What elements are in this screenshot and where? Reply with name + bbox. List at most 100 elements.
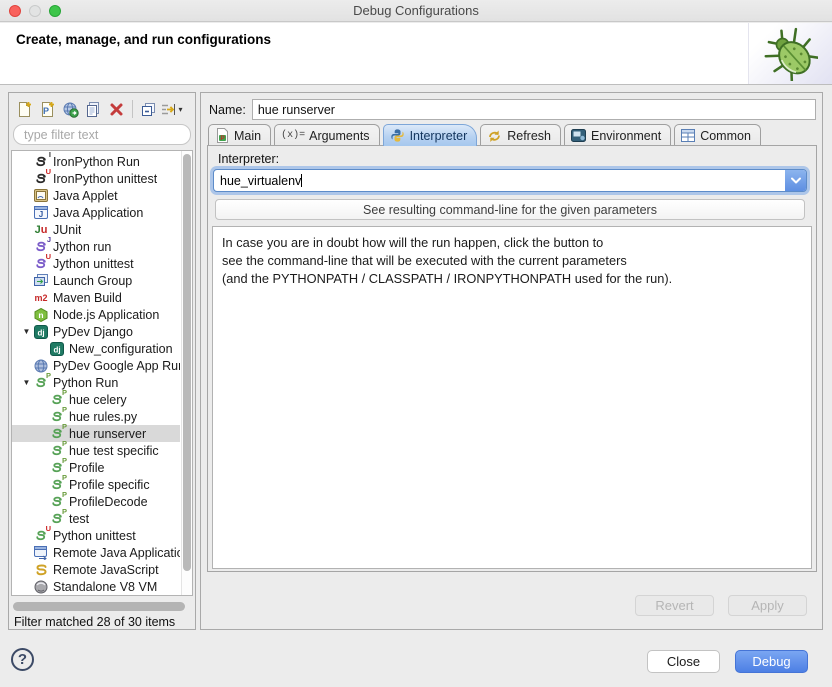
- tree-item[interactable]: PProfile: [12, 459, 180, 476]
- tree-item[interactable]: Ptest: [12, 510, 180, 527]
- tree-item[interactable]: Phue rules.py: [12, 408, 180, 425]
- duplicate-configuration-button[interactable]: [82, 98, 105, 120]
- debug-bug-icon: [748, 23, 832, 84]
- configurations-sidebar: P▾ IIronPython Run UIronPython unittestJ…: [8, 92, 196, 630]
- filter-configurations-button[interactable]: ▾: [160, 98, 183, 120]
- configuration-detail-panel: Name: PMain (x)= Arguments Interpreter Refre…: [200, 92, 823, 630]
- dropdown-arrow-icon: ▾: [178, 105, 182, 114]
- django-icon: dj: [49, 341, 65, 356]
- maven-icon: m2: [33, 290, 49, 305]
- help-button[interactable]: ?: [11, 648, 34, 671]
- name-input[interactable]: [252, 99, 816, 120]
- tab-label: Refresh: [507, 129, 551, 143]
- tree-item[interactable]: Phue test specific: [12, 442, 180, 459]
- tree-item[interactable]: PProfile specific: [12, 476, 180, 493]
- tree-item[interactable]: Remote JavaScript: [12, 561, 180, 578]
- info-text: In case you are in doubt how will the ru…: [212, 226, 812, 569]
- django-icon: dj: [33, 324, 49, 339]
- tree-item-label: Profile specific: [69, 478, 150, 492]
- snake-icon: U: [33, 528, 49, 543]
- tree-vertical-scrollbar[interactable]: [181, 151, 192, 595]
- snake-icon: P: [33, 375, 49, 390]
- tree-item[interactable]: m2Maven Build: [12, 289, 180, 306]
- delete-configuration-button[interactable]: [105, 98, 128, 120]
- apply-button[interactable]: Apply: [728, 595, 807, 616]
- tree-item[interactable]: Standalone V8 VM: [12, 578, 180, 595]
- tab-common[interactable]: Common: [674, 124, 761, 146]
- tree-item-label: hue celery: [69, 393, 127, 407]
- tree-item[interactable]: Remote Java Application: [12, 544, 180, 561]
- remote-java-icon: [33, 545, 49, 560]
- toolbar-separator: [132, 100, 133, 118]
- tree-item-label: Node.js Application: [53, 308, 159, 322]
- tree-item-label: Launch Group: [53, 274, 132, 288]
- environment-tab-icon: [571, 129, 586, 142]
- tree-item[interactable]: Phue runserver: [12, 425, 180, 442]
- main-tab-icon: P: [215, 128, 229, 143]
- interpreter-label: Interpreter:: [218, 152, 279, 166]
- export-configurations-button[interactable]: [59, 98, 82, 120]
- configurations-tree[interactable]: IIronPython Run UIronPython unittestJava…: [11, 150, 193, 596]
- tab-label: Common: [700, 129, 751, 143]
- expand-arrow-icon[interactable]: ▼: [20, 378, 33, 387]
- revert-button[interactable]: Revert: [635, 595, 714, 616]
- collapse-all-button[interactable]: [137, 98, 160, 120]
- tab-label: Interpreter: [410, 129, 468, 143]
- tree-item[interactable]: JJython run: [12, 238, 180, 255]
- tree-item-label: IronPython Run: [53, 155, 140, 169]
- tree-item[interactable]: Java Applet: [12, 187, 180, 204]
- tree-item[interactable]: J Java Application: [12, 204, 180, 221]
- tree-item[interactable]: UIronPython unittest: [12, 170, 180, 187]
- tree-item[interactable]: IIronPython Run: [12, 153, 180, 170]
- tree-item[interactable]: PyDev Google App Run: [12, 357, 180, 374]
- expand-arrow-icon[interactable]: ▼: [20, 327, 33, 336]
- banner-title: Create, manage, and run configurations: [16, 32, 271, 47]
- combo-dropdown-button[interactable]: [785, 170, 806, 191]
- tab-environment[interactable]: Environment: [564, 124, 671, 146]
- tree-item[interactable]: JuJUnit: [12, 221, 180, 238]
- debug-button[interactable]: Debug: [735, 650, 808, 673]
- tab-label: Arguments: [309, 129, 369, 143]
- tree-item-label: JUnit: [53, 223, 81, 237]
- tab-main[interactable]: PMain: [208, 124, 271, 146]
- tab-arguments[interactable]: (x)= Arguments: [274, 124, 379, 146]
- tree-horizontal-scrollbar[interactable]: [13, 602, 185, 611]
- tab-interpreter[interactable]: Interpreter: [383, 124, 478, 146]
- tree-item[interactable]: ▼djPyDev Django: [12, 323, 180, 340]
- tree-item[interactable]: n Node.js Application: [12, 306, 180, 323]
- name-label: Name:: [209, 103, 246, 117]
- tree-item[interactable]: UPython unittest: [12, 527, 180, 544]
- tree-item[interactable]: PProfileDecode: [12, 493, 180, 510]
- new-prototype-button[interactable]: P: [36, 98, 59, 120]
- tree-item-label: hue test specific: [69, 444, 159, 458]
- filter-input[interactable]: [13, 124, 191, 145]
- java-application-icon: J: [33, 205, 49, 220]
- tree-item[interactable]: Phue celery: [12, 391, 180, 408]
- svg-text:dj: dj: [37, 328, 44, 337]
- tab-refresh[interactable]: Refresh: [480, 124, 561, 146]
- interpreter-value: hue_virtualenv: [220, 174, 301, 188]
- tree-rows: IIronPython Run UIronPython unittestJava…: [12, 153, 180, 595]
- see-command-line-button[interactable]: See resulting command-line for the given…: [215, 199, 805, 220]
- java-applet-icon: [33, 188, 49, 203]
- svg-text:P: P: [220, 135, 225, 142]
- tree-item[interactable]: ▼ PPython Run: [12, 374, 180, 391]
- svg-text:dj: dj: [53, 345, 60, 354]
- tree-item[interactable]: Launch Group: [12, 272, 180, 289]
- title-bar: Debug Configurations: [0, 0, 832, 22]
- new-configuration-button[interactable]: [13, 98, 36, 120]
- svg-text:n: n: [38, 310, 43, 320]
- tree-item[interactable]: UJython unittest: [12, 255, 180, 272]
- tree-item-label: Jython run: [53, 240, 111, 254]
- close-button[interactable]: Close: [647, 650, 720, 673]
- tree-item-label: hue runserver: [69, 427, 146, 441]
- interpreter-tab-icon: [390, 128, 405, 143]
- arguments-icon: (x)=: [281, 130, 305, 141]
- dialog-banner: Create, manage, and run configurations: [0, 23, 832, 85]
- tree-item-label: Java Application: [53, 206, 143, 220]
- tree-item-label: New_configuration: [69, 342, 173, 356]
- tree-item-label: PyDev Google App Run: [53, 359, 180, 373]
- tree-item-label: Standalone V8 VM: [53, 580, 157, 594]
- tree-item[interactable]: dj New_configuration: [12, 340, 180, 357]
- interpreter-combo[interactable]: hue_virtualenv: [213, 169, 807, 192]
